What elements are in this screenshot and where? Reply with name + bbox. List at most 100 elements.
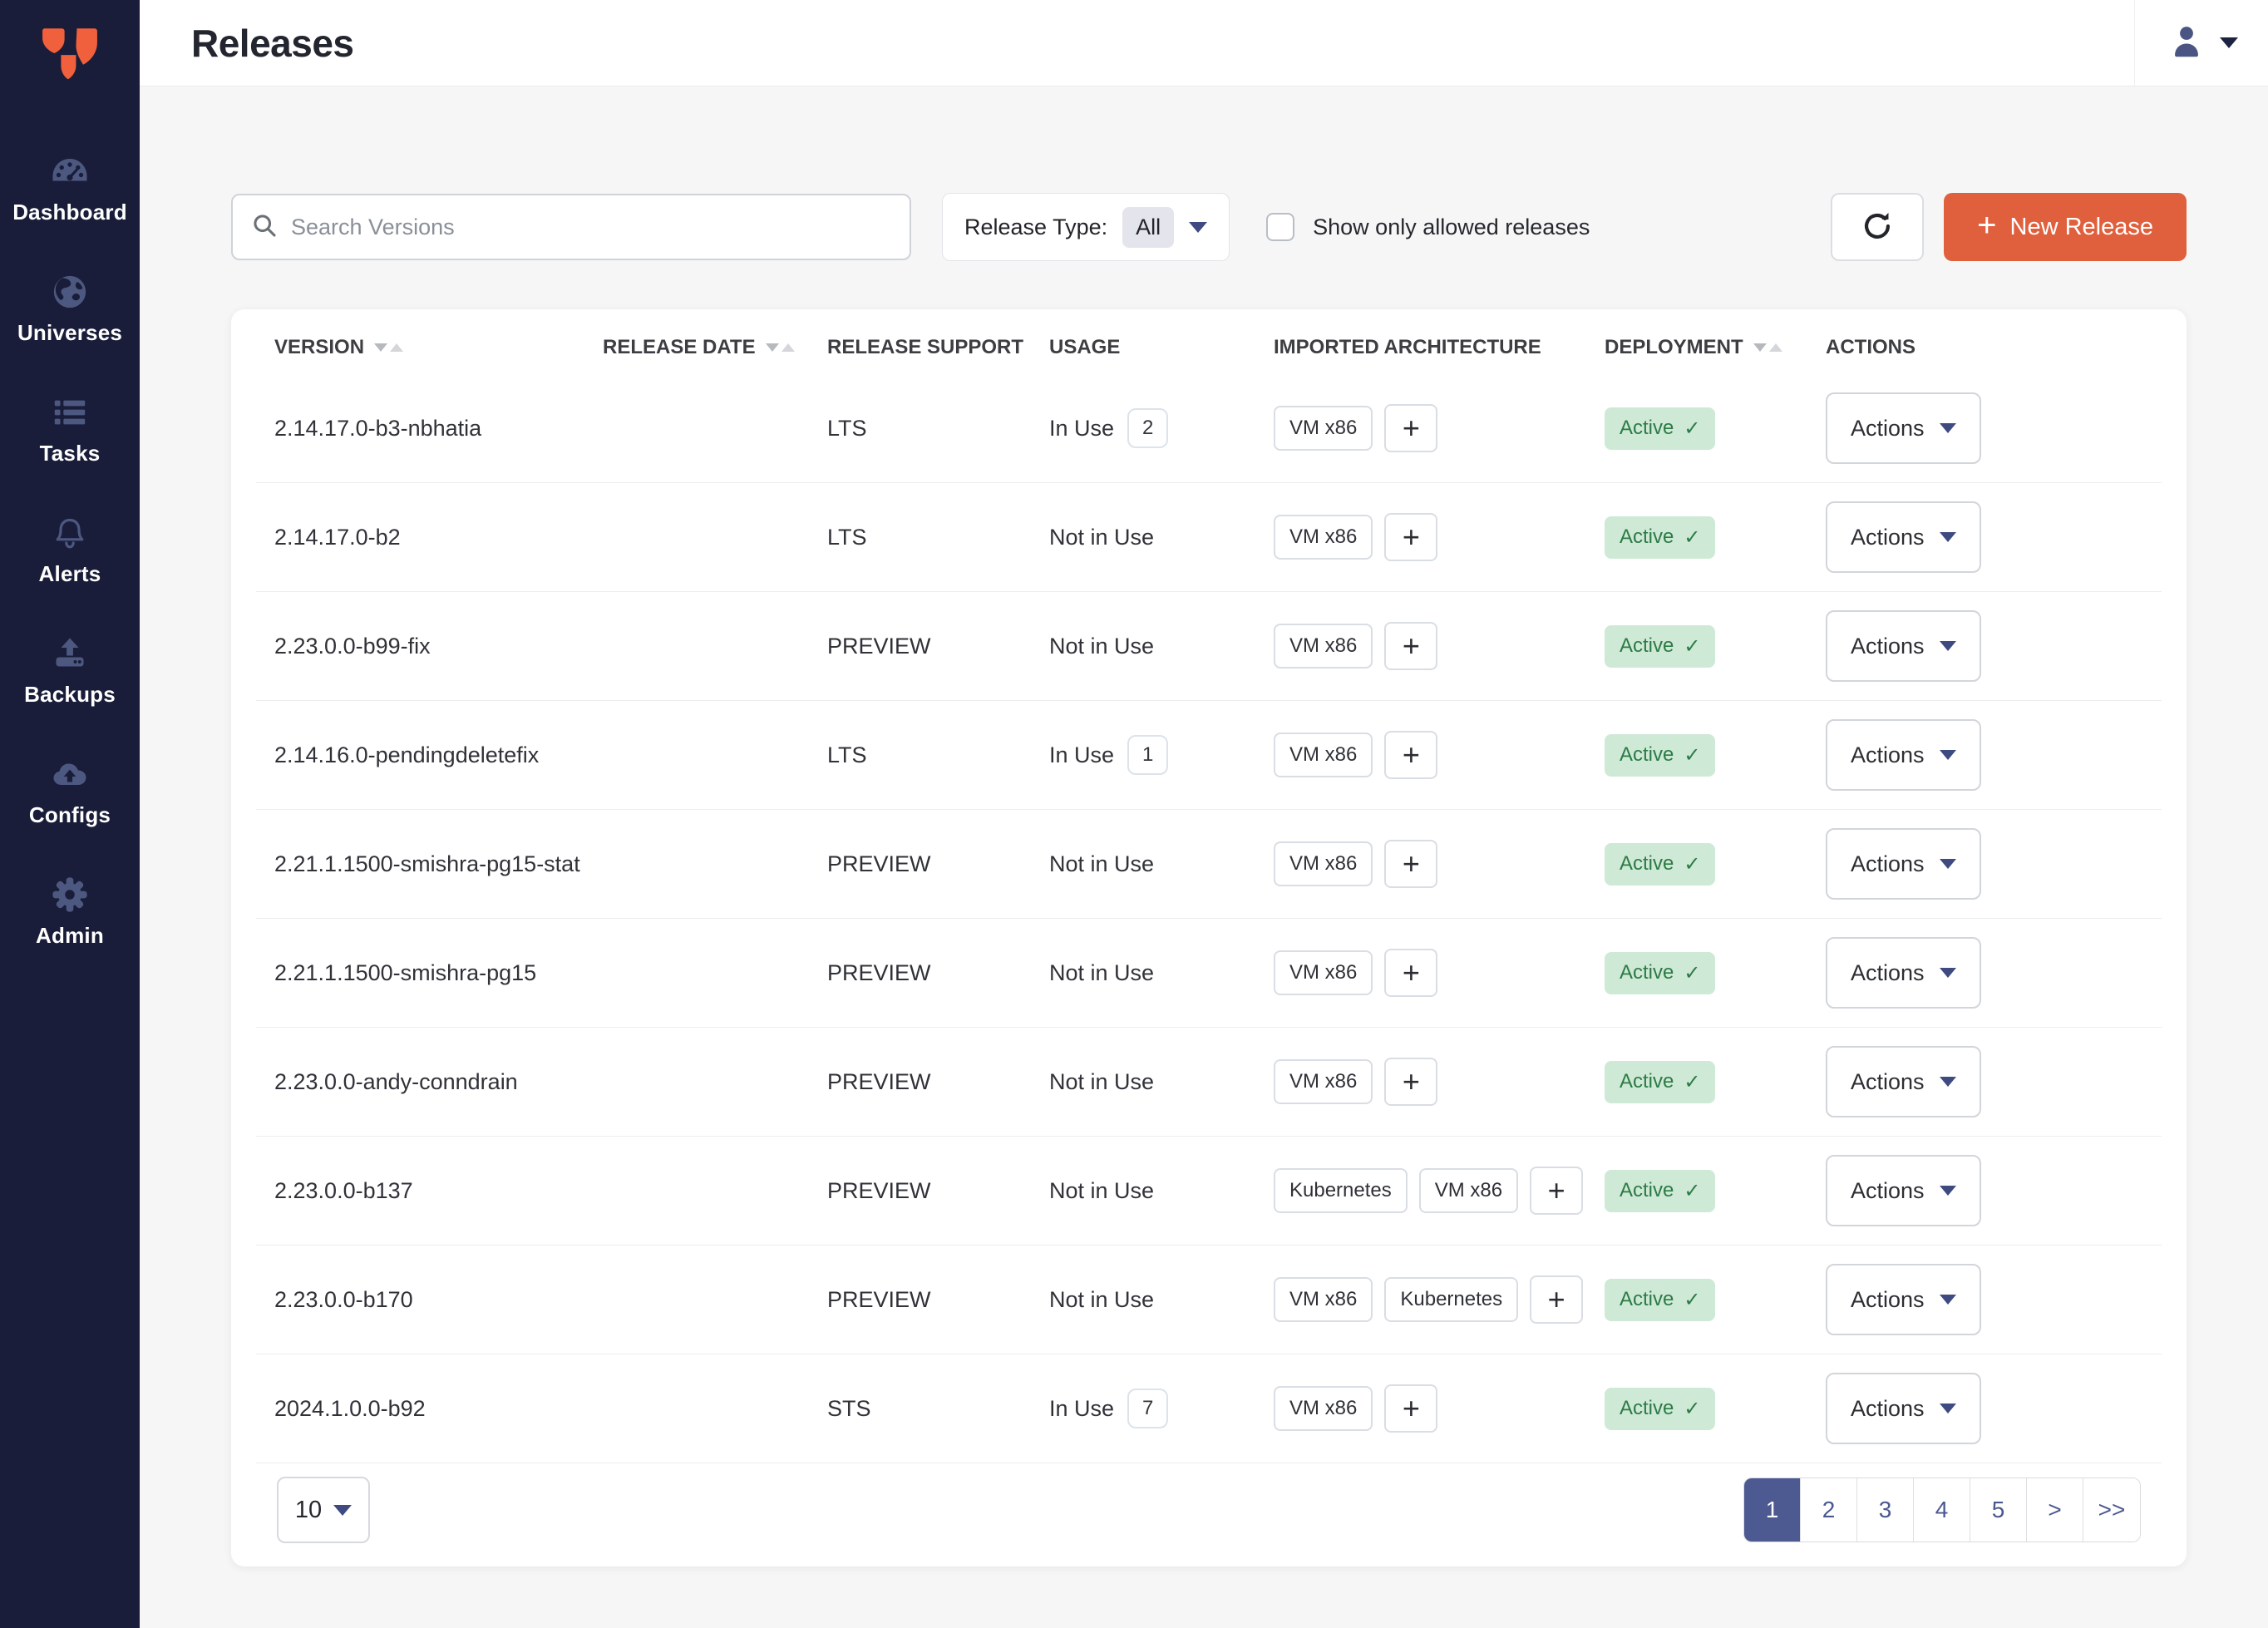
column-header-actions: ACTIONS (1826, 336, 2162, 359)
refresh-button[interactable] (1831, 193, 1924, 261)
sidebar-item-label: Configs (29, 802, 111, 828)
version-cell: 2.23.0.0-b99-fix (256, 634, 603, 659)
add-architecture-button[interactable]: + (1530, 1275, 1583, 1324)
architecture-chip[interactable]: VM x86 (1274, 733, 1373, 777)
add-architecture-button[interactable]: + (1384, 1058, 1437, 1106)
add-architecture-button[interactable]: + (1384, 513, 1437, 561)
sidebar-item-configs[interactable]: Configs (0, 733, 140, 853)
architecture-cell: VM x86+ (1274, 1384, 1605, 1433)
architecture-chip[interactable]: VM x86 (1274, 841, 1373, 886)
architecture-cell: KubernetesVM x86 + (1274, 1167, 1605, 1215)
page-button-5[interactable]: 5 (1970, 1478, 2027, 1542)
new-release-button[interactable]: + New Release (1944, 193, 2187, 261)
column-header-label: RELEASE SUPPORT (827, 336, 1023, 359)
architecture-chip[interactable]: VM x86 (1274, 1059, 1373, 1104)
search-box (231, 194, 911, 260)
actions-dropdown-button[interactable]: Actions (1826, 937, 1981, 1009)
column-header-version[interactable]: VERSION (256, 336, 603, 359)
sidebar-item-label: Tasks (40, 441, 101, 466)
refresh-icon (1860, 209, 1895, 246)
release-support-cell: PREVIEW (827, 851, 1049, 877)
add-architecture-button[interactable]: + (1384, 622, 1437, 670)
architecture-chip[interactable]: VM x86 (1419, 1168, 1518, 1213)
release-type-dropdown[interactable]: Release Type: All (942, 193, 1230, 261)
chevron-down-icon (1940, 968, 1956, 978)
actions-dropdown-button[interactable]: Actions (1826, 1264, 1981, 1335)
table-header-row: VERSIONRELEASE DATERELEASE SUPPORTUSAGEI… (256, 321, 2162, 374)
actions-dropdown-button[interactable]: Actions (1826, 1155, 1981, 1226)
check-icon: ✓ (1684, 961, 1700, 985)
actions-label: Actions (1851, 742, 1925, 768)
add-architecture-button[interactable]: + (1384, 404, 1437, 452)
sidebar-item-backups[interactable]: Backups (0, 612, 140, 733)
cloud-icon (50, 754, 90, 794)
column-header-imported-architecture: IMPORTED ARCHITECTURE (1274, 336, 1605, 359)
check-icon: ✓ (1684, 1179, 1700, 1203)
usage-cell: In Use2 (1049, 408, 1274, 448)
table-row: 2.14.17.0-b3-nbhatiaLTSIn Use2VM x86+Act… (256, 374, 2162, 483)
yugabyte-logo-icon[interactable] (42, 18, 98, 90)
architecture-chip[interactable]: VM x86 (1274, 1386, 1373, 1431)
architecture-chip[interactable]: VM x86 (1274, 406, 1373, 451)
sort-down-icon (1753, 343, 1767, 352)
sidebar-item-tasks[interactable]: Tasks (0, 371, 140, 491)
page-button-1[interactable]: 1 (1744, 1478, 1801, 1542)
chevron-down-icon (1189, 222, 1207, 233)
sidebar-item-label: Dashboard (12, 200, 127, 225)
topbar: Releases (140, 0, 2268, 86)
actions-dropdown-button[interactable]: Actions (1826, 1373, 1981, 1444)
page-size-dropdown[interactable]: 10 (277, 1477, 370, 1543)
actions-dropdown-button[interactable]: Actions (1826, 719, 1981, 791)
add-architecture-button[interactable]: + (1384, 949, 1437, 997)
sort-icon (1753, 343, 1782, 352)
add-architecture-button[interactable]: + (1384, 1384, 1437, 1433)
status-label: Active (1620, 1397, 1674, 1420)
page-button-4[interactable]: 4 (1914, 1478, 1970, 1542)
sidebar-item-alerts[interactable]: Alerts (0, 491, 140, 612)
architecture-chip[interactable]: Kubernetes (1274, 1168, 1408, 1213)
page-button-3[interactable]: 3 (1857, 1478, 1914, 1542)
sidebar-item-dashboard[interactable]: Dashboard (0, 130, 140, 250)
architecture-chip[interactable]: VM x86 (1274, 1277, 1373, 1322)
actions-dropdown-button[interactable]: Actions (1826, 392, 1981, 464)
plus-icon: + (1977, 209, 1996, 242)
architecture-cell: VM x86Kubernetes + (1274, 1275, 1605, 1324)
page-button-2[interactable]: 2 (1801, 1478, 1857, 1542)
globe-icon (50, 272, 90, 312)
architecture-cell: VM x86+ (1274, 731, 1605, 779)
page-size-value: 10 (295, 1497, 322, 1524)
main-content: Release Type: All Show only allowed rele… (140, 86, 2268, 1628)
architecture-cell: VM x86+ (1274, 840, 1605, 888)
actions-dropdown-button[interactable]: Actions (1826, 610, 1981, 682)
architecture-chip[interactable]: VM x86 (1274, 950, 1373, 995)
status-label: Active (1620, 1179, 1674, 1202)
column-header-release-date[interactable]: RELEASE DATE (603, 336, 827, 359)
user-menu[interactable] (2134, 0, 2268, 86)
column-header-deployment[interactable]: DEPLOYMENT (1605, 336, 1826, 359)
sidebar-item-universes[interactable]: Universes (0, 250, 140, 371)
table-row: 2.21.1.1500-smishra-pg15-statPREVIEWNot … (256, 810, 2162, 919)
check-icon: ✓ (1684, 743, 1700, 767)
sidebar-item-admin[interactable]: Admin (0, 853, 140, 974)
architecture-chip[interactable]: Kubernetes (1384, 1277, 1518, 1322)
usage-count-badge: 2 (1127, 408, 1168, 448)
architecture-chip[interactable]: VM x86 (1274, 515, 1373, 560)
architecture-chip[interactable]: VM x86 (1274, 624, 1373, 668)
last-page-button[interactable]: >> (2083, 1478, 2140, 1542)
release-support-cell: LTS (827, 742, 1049, 768)
actions-dropdown-button[interactable]: Actions (1826, 828, 1981, 900)
check-icon: ✓ (1684, 852, 1700, 876)
add-architecture-button[interactable]: + (1384, 731, 1437, 779)
search-input[interactable] (291, 215, 891, 240)
deployment-cell: Active✓ (1605, 516, 1826, 559)
chevron-down-icon (1940, 641, 1956, 651)
deployment-cell: Active✓ (1605, 1061, 1826, 1103)
add-architecture-button[interactable]: + (1530, 1167, 1583, 1215)
actions-dropdown-button[interactable]: Actions (1826, 1046, 1981, 1117)
usage-count-badge: 1 (1127, 735, 1168, 775)
list-icon (50, 392, 90, 432)
next-page-button[interactable]: > (2027, 1478, 2083, 1542)
show-allowed-checkbox[interactable] (1266, 213, 1294, 241)
actions-dropdown-button[interactable]: Actions (1826, 501, 1981, 573)
add-architecture-button[interactable]: + (1384, 840, 1437, 888)
